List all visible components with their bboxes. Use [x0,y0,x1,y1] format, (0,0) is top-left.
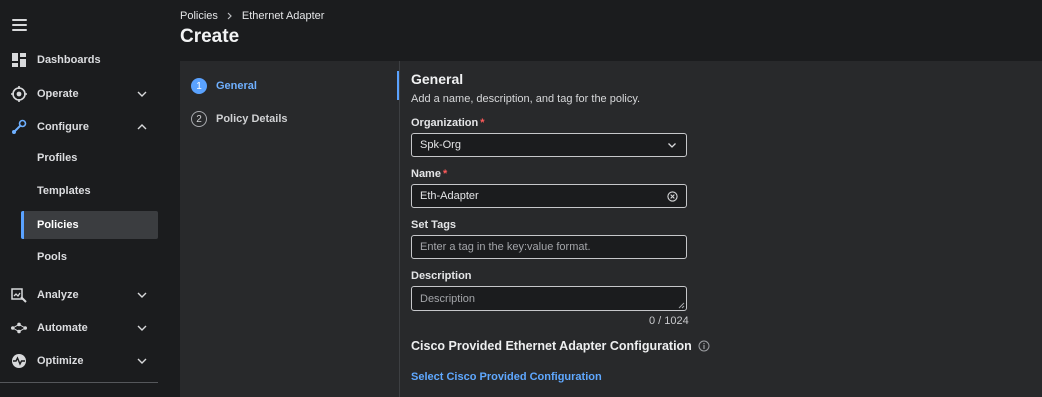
tags-input[interactable]: Enter a tag in the key:value format. [411,235,687,259]
sidebar-item-configure[interactable]: Configure [0,113,170,141]
tags-placeholder: Enter a tag in the key:value format. [420,241,591,253]
wizard-panel: 1 General 2 Policy Details General Add a… [180,61,1042,397]
analyze-icon [11,287,27,303]
breadcrumb: Policies Ethernet Adapter [180,10,324,22]
select-cisco-config-link[interactable]: Select Cisco Provided Configuration [411,371,602,383]
config-title: Cisco Provided Ethernet Adapter Configur… [411,339,710,353]
sidebar-item-label: Dashboards [37,54,101,66]
chevron-up-icon [137,124,147,130]
sidebar-item-label: Profiles [37,152,78,164]
info-icon[interactable] [698,340,710,352]
sidebar-subitem-policies[interactable]: Policies [21,211,158,239]
chevron-down-icon [137,325,147,331]
sidebar-item-label: Pools [37,251,67,263]
chevron-down-icon [666,139,678,151]
chevron-down-icon [137,91,147,97]
sidebar-item-label: Templates [37,185,91,197]
optimize-icon [11,353,27,369]
breadcrumb-current: Ethernet Adapter [241,10,325,22]
description-textarea[interactable]: Description [411,286,687,311]
description-placeholder: Description [420,292,476,305]
sidebar-item-label: Analyze [37,289,79,301]
sidebar-item-analyze[interactable]: Analyze [0,281,170,309]
step-number: 1 [191,78,207,94]
section-title: General [411,71,464,87]
required-marker: * [480,117,485,129]
tags-label: Set Tags [411,219,457,231]
chevron-right-icon [227,12,232,20]
step-policy-details[interactable]: 2 Policy Details [191,111,288,127]
section-subtitle: Add a name, description, and tag for the… [411,93,641,105]
sidebar-item-optimize[interactable]: Optimize [0,347,170,375]
sidebar-item-label: Automate [37,322,88,334]
sidebar-subitem-pools[interactable]: Pools [21,243,158,271]
configure-icon [11,119,27,135]
operate-icon [11,86,27,102]
sidebar-item-label: Configure [37,121,89,133]
character-count: 0 / 1024 [649,315,689,327]
name-input[interactable]: Eth-Adapter [411,184,687,208]
step-label: Policy Details [216,113,288,125]
sidebar-item-dashboards[interactable]: Dashboards [0,46,170,74]
sidebar-item-label: Operate [37,88,79,100]
dashboard-icon [11,52,27,68]
menu-icon[interactable] [12,19,27,31]
organization-label: Organization * [411,117,485,129]
organization-select[interactable]: Spk-Org [411,133,687,157]
description-label: Description [411,270,472,282]
chevron-down-icon [137,292,147,298]
wizard-steps: 1 General 2 Policy Details [180,61,398,397]
sidebar-subitem-profiles[interactable]: Profiles [21,144,158,172]
name-value: Eth-Adapter [420,190,479,202]
organization-value: Spk-Org [420,139,461,151]
breadcrumb-policies-link[interactable]: Policies [180,10,218,22]
name-label: Name * [411,168,448,180]
sidebar-item-label: Optimize [37,355,84,367]
resize-handle-icon[interactable] [677,301,685,309]
step-number: 2 [191,111,207,127]
sidebar-subitem-templates[interactable]: Templates [21,177,158,205]
page-title: Create [180,26,240,47]
step-label: General [216,80,257,92]
sidebar-divider [0,382,158,383]
clear-icon[interactable] [666,190,678,202]
automate-icon [11,320,27,336]
step-general[interactable]: 1 General [191,78,257,94]
steps-divider [399,61,400,397]
required-marker: * [442,168,448,180]
chevron-down-icon [137,358,147,364]
sidebar: Dashboards Operate Configure Profiles Te… [0,0,170,397]
sidebar-item-automate[interactable]: Automate [0,314,170,342]
sidebar-item-operate[interactable]: Operate [0,80,170,108]
general-form: General Add a name, description, and tag… [411,61,1011,397]
sidebar-item-label: Policies [37,219,79,231]
